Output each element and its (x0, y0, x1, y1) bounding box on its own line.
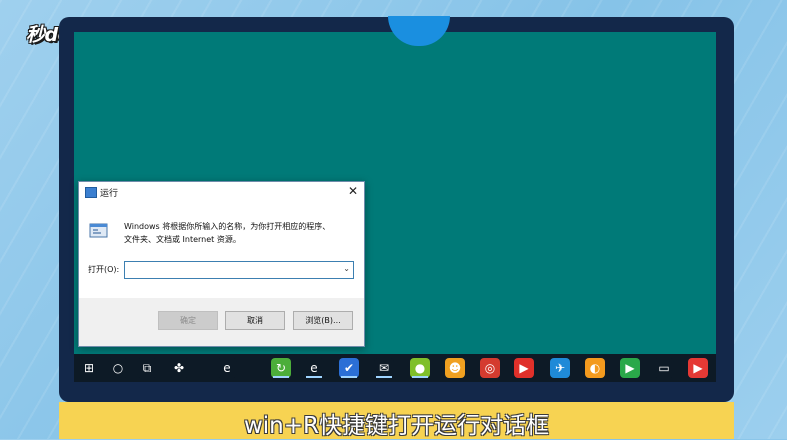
pinwheel-icon[interactable]: ✤ (169, 358, 189, 378)
yellow-app-icon[interactable]: ● (410, 358, 430, 378)
blue-shield-icon[interactable]: ✔ (339, 358, 359, 378)
open-input[interactable]: ⌄ (124, 261, 354, 279)
run-title-icon (85, 187, 97, 198)
feishu-icon[interactable]: ✈ (550, 358, 570, 378)
active-indicator (376, 376, 392, 378)
wechat-icon[interactable]: ✉ (374, 358, 394, 378)
ok-button[interactable]: 确定 (158, 311, 218, 330)
ie-icon[interactable]: e (217, 358, 237, 378)
netease-music-icon[interactable]: ◎ (480, 358, 500, 378)
green-app-icon[interactable]: ↻ (271, 358, 291, 378)
chevron-down-icon[interactable]: ⌄ (343, 264, 350, 273)
active-indicator (306, 376, 322, 378)
run-program-icon (89, 223, 108, 238)
play-store-icon[interactable]: ▶ (688, 358, 708, 378)
task-view-icon[interactable]: ⧉ (137, 358, 157, 378)
description-line-2: 文件夹、文档或 Internet 资源。 (124, 235, 241, 244)
active-indicator (412, 376, 428, 378)
cat-app-icon[interactable]: ☻ (445, 358, 465, 378)
search-circle-icon[interactable]: ○ (108, 358, 128, 378)
close-icon[interactable]: ✕ (348, 184, 358, 198)
orange-app-icon[interactable]: ◐ (585, 358, 605, 378)
dialog-title: 运行 (100, 189, 119, 199)
caption-bar: win+R快捷键打开运行对话框 (59, 402, 734, 439)
red-player-icon[interactable]: ▶ (514, 358, 534, 378)
edge-icon[interactable]: e (304, 358, 324, 378)
open-label: 打开(O): (88, 265, 120, 274)
active-indicator (273, 376, 289, 378)
cancel-button[interactable]: 取消 (225, 311, 285, 330)
run-dialog: 运行 ✕ Windows 将根据你所输入的名称，为你打开相应的程序、 文件夹、文… (78, 181, 365, 347)
description-line-1: Windows 将根据你所输入的名称，为你打开相应的程序、 (124, 222, 331, 231)
dialog-title-bar[interactable]: 运行 ✕ (79, 182, 364, 202)
green-play-icon[interactable]: ▶ (620, 358, 640, 378)
start-icon[interactable]: ⊞ (79, 358, 99, 378)
browse-button[interactable]: 浏览(B)... (293, 311, 353, 330)
active-indicator (341, 376, 357, 378)
taskbar: ⊞ ○ ⧉ ✤ e ↻ e ✔ ✉ ● ☻ ◎ ▶ ✈ ◐ ▶ ▭ ▶ (74, 354, 716, 382)
screen-icon[interactable]: ▭ (654, 358, 674, 378)
caption-text: win+R快捷键打开运行对话框 (243, 413, 550, 439)
dialog-description: Windows 将根据你所输入的名称，为你打开相应的程序、 文件夹、文档或 In… (124, 220, 354, 246)
